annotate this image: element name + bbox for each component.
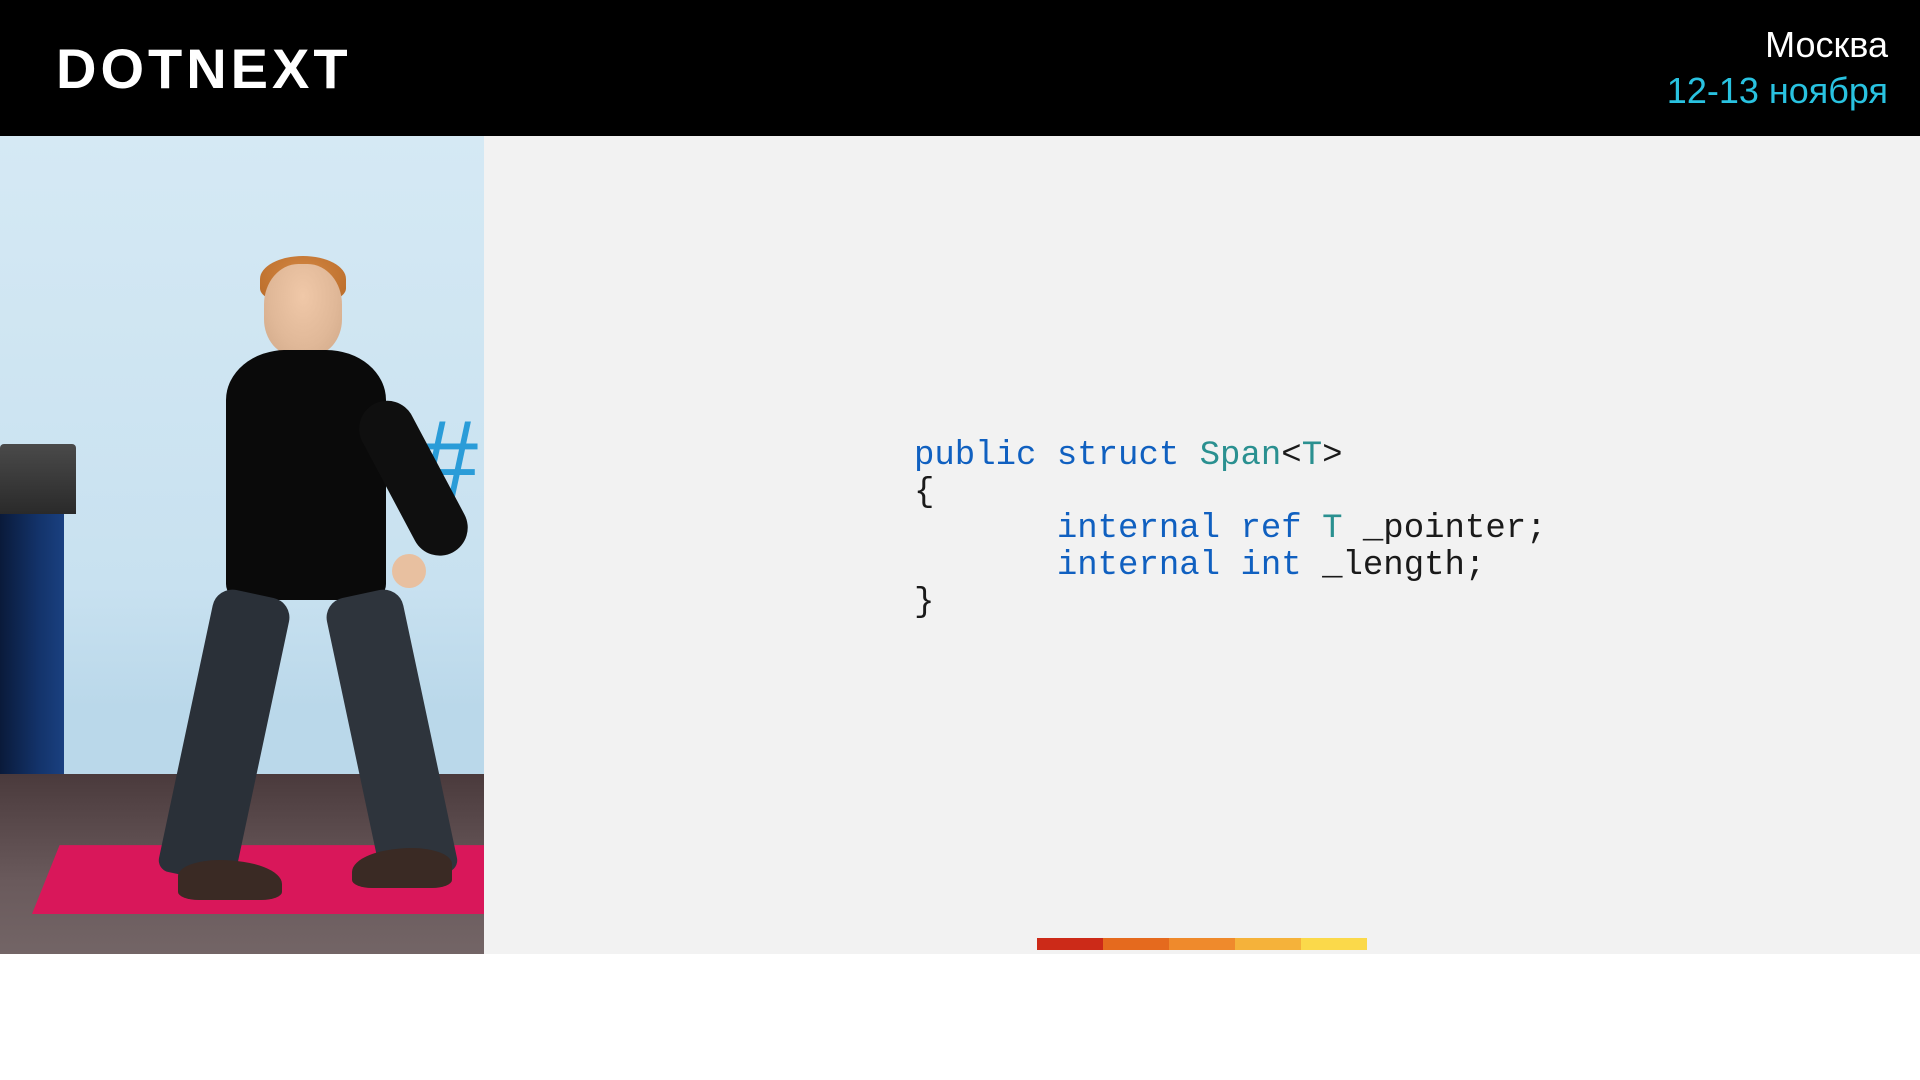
speaker-shoe-left [178, 860, 282, 900]
body-area: # public struct Span<T> { internal ref T… [0, 136, 1920, 954]
event-date: 12-13 ноября [1667, 70, 1888, 112]
speaker-legs [206, 594, 416, 894]
accent-segment [1169, 938, 1235, 950]
speaker-shoe-right [352, 848, 452, 888]
speaker-figure [170, 264, 430, 904]
accent-segment [1103, 938, 1169, 950]
speaker-video-feed: # [0, 136, 484, 954]
speaker-hand [392, 554, 426, 588]
speaker-torso [226, 350, 386, 600]
footer-blank [0, 954, 1920, 1080]
code-generic: T [1302, 437, 1322, 475]
speaker-head [264, 264, 342, 356]
code-punct: < [1281, 437, 1301, 475]
accent-segment [1301, 938, 1367, 950]
slide-content: public struct Span<T> { internal ref T _… [484, 136, 1920, 954]
podium [0, 514, 64, 794]
accent-segment [1037, 938, 1103, 950]
code-keyword: int [1240, 547, 1301, 585]
code-identifier: _length; [1322, 547, 1485, 585]
code-identifier: _pointer; [1363, 510, 1547, 548]
slide-accent-strip [1037, 938, 1367, 950]
header-meta: Москва 12-13 ноября [1667, 24, 1888, 112]
code-keyword: struct [1057, 437, 1179, 475]
event-logo: DOTNEXT [56, 36, 352, 101]
accent-segment [1235, 938, 1301, 950]
code-type: Span [1200, 437, 1282, 475]
speaker-leg-right [323, 586, 460, 886]
code-keyword: internal [1057, 510, 1220, 548]
code-punct: > [1322, 437, 1342, 475]
code-brace: { [914, 474, 934, 512]
code-type: T [1322, 510, 1342, 548]
code-keyword: public [914, 437, 1036, 475]
header-bar: DOTNEXT Москва 12-13 ноября [0, 0, 1920, 136]
event-city: Москва [1667, 24, 1888, 66]
code-keyword: ref [1240, 510, 1301, 548]
code-snippet: public struct Span<T> { internal ref T _… [914, 438, 1547, 622]
code-brace: } [914, 584, 934, 622]
speaker-leg-left [157, 586, 294, 886]
code-keyword: internal [1057, 547, 1220, 585]
podium-top [0, 444, 76, 514]
